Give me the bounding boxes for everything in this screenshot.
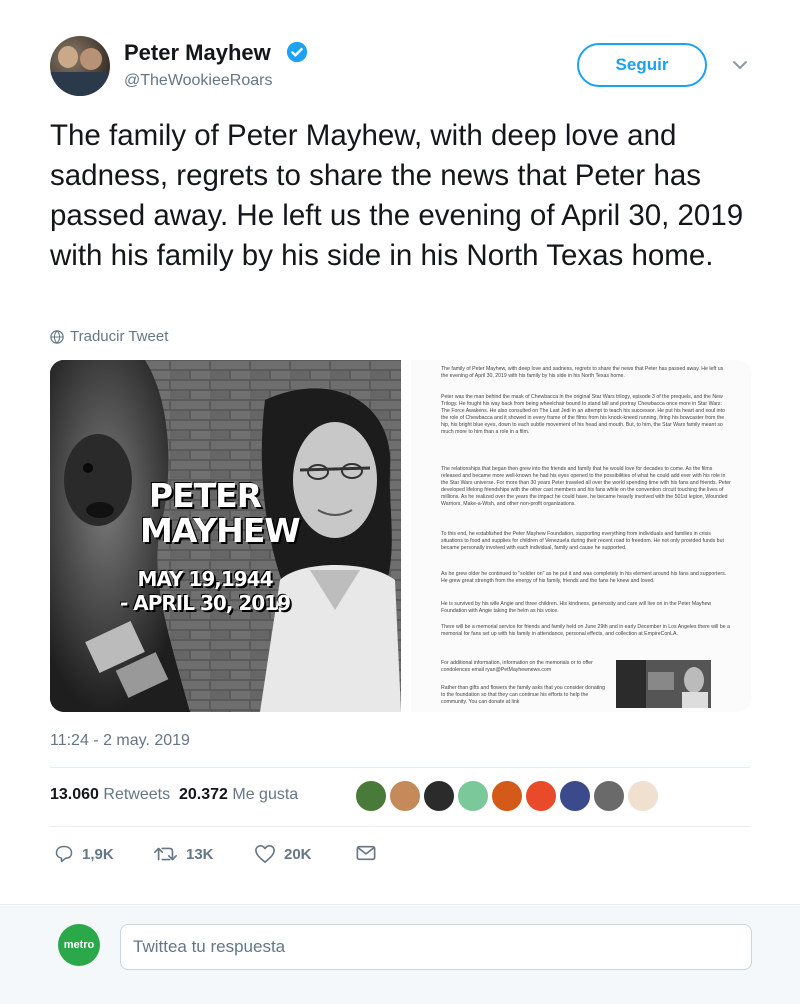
translate-label: Traducir Tweet — [70, 328, 169, 345]
doc-paragraph: For additional information, information … — [441, 660, 593, 673]
globe-icon — [50, 329, 64, 344]
tweet-text: The family of Peter Mayhew, with deep lo… — [50, 119, 744, 272]
doc-paragraph: He is survived by his wife Angie and thr… — [441, 601, 712, 614]
tweet-image-statement[interactable]: The family of Peter Mayhew, with deep lo… — [411, 360, 751, 712]
like-button[interactable]: 20K — [254, 844, 312, 864]
doc-paragraph: Rather than gifts and flowers the family… — [441, 685, 606, 705]
author-avatar[interactable] — [50, 36, 110, 96]
retweet-icon — [154, 847, 177, 861]
follow-button[interactable]: Seguir — [577, 43, 707, 87]
doc-paragraph: As he grew older he continued to "soldie… — [441, 571, 727, 584]
retweets-stat[interactable]: 13.060 Retweets — [50, 786, 170, 803]
reply-icon — [55, 845, 73, 863]
doc-paragraph: The family of Peter Mayhew, with deep lo… — [441, 366, 724, 379]
tweet-stats: 13.060 Retweets 20.372 Me gusta — [50, 786, 298, 804]
retweet-count: 13K — [186, 845, 214, 863]
liker-avatar[interactable] — [593, 780, 625, 812]
like-count: 20K — [284, 845, 312, 863]
chevron-down-icon[interactable] — [730, 58, 750, 72]
doc-paragraph: Peter was the man behind the mask of Che… — [441, 394, 725, 435]
doc-paragraph: The relationships that began then grew i… — [441, 466, 731, 507]
doc-thumbnail-image — [616, 660, 711, 708]
divider — [50, 826, 750, 827]
likes-label: Me gusta — [232, 786, 299, 803]
heart-icon — [255, 845, 275, 863]
tweet-timestamp[interactable]: 11:24 - 2 may. 2019 — [50, 732, 190, 750]
likes-count: 20.372 — [178, 786, 228, 803]
retweets-count: 13.060 — [50, 786, 99, 803]
poster-name-line2: MAYHEW — [140, 511, 301, 550]
envelope-icon — [356, 845, 376, 861]
verified-badge-icon — [286, 41, 308, 63]
poster-name-line1: PETER — [148, 476, 262, 515]
poster-date-line1: MAY 19,1944 — [137, 567, 273, 591]
liker-avatar[interactable] — [389, 780, 421, 812]
poster-date-line2: - APRIL 30, 2019 — [120, 591, 291, 615]
likes-stat[interactable]: 20.372 Me gusta — [179, 786, 298, 803]
doc-paragraph: To this end, he established the Peter Ma… — [441, 531, 724, 551]
liker-avatar[interactable] — [559, 780, 591, 812]
direct-message-button[interactable] — [356, 844, 376, 862]
retweets-label: Retweets — [103, 786, 171, 803]
current-user-avatar[interactable]: metro — [58, 924, 100, 966]
doc-paragraph: There will be a memorial service for fri… — [441, 624, 730, 637]
liker-avatar[interactable] — [525, 780, 557, 812]
liker-avatar[interactable] — [457, 780, 489, 812]
liker-avatar[interactable] — [627, 780, 659, 812]
liker-avatar[interactable] — [423, 780, 455, 812]
author-name[interactable]: Peter Mayhew — [124, 40, 271, 66]
author-handle[interactable]: @TheWookieeRoars — [124, 72, 272, 90]
divider — [50, 767, 750, 768]
reply-input[interactable]: Twittea tu respuesta — [120, 924, 752, 970]
reply-button[interactable]: 1,9K — [54, 844, 114, 864]
retweet-button[interactable]: 13K — [154, 844, 214, 864]
reply-count: 1,9K — [82, 845, 114, 863]
translate-tweet-link[interactable]: Traducir Tweet — [50, 328, 168, 345]
liker-avatar[interactable] — [355, 780, 387, 812]
liker-avatar[interactable] — [491, 780, 523, 812]
tweet-image-poster[interactable]: PETER MAYHEW MAY 19,1944 - APRIL 30, 201… — [50, 360, 401, 712]
